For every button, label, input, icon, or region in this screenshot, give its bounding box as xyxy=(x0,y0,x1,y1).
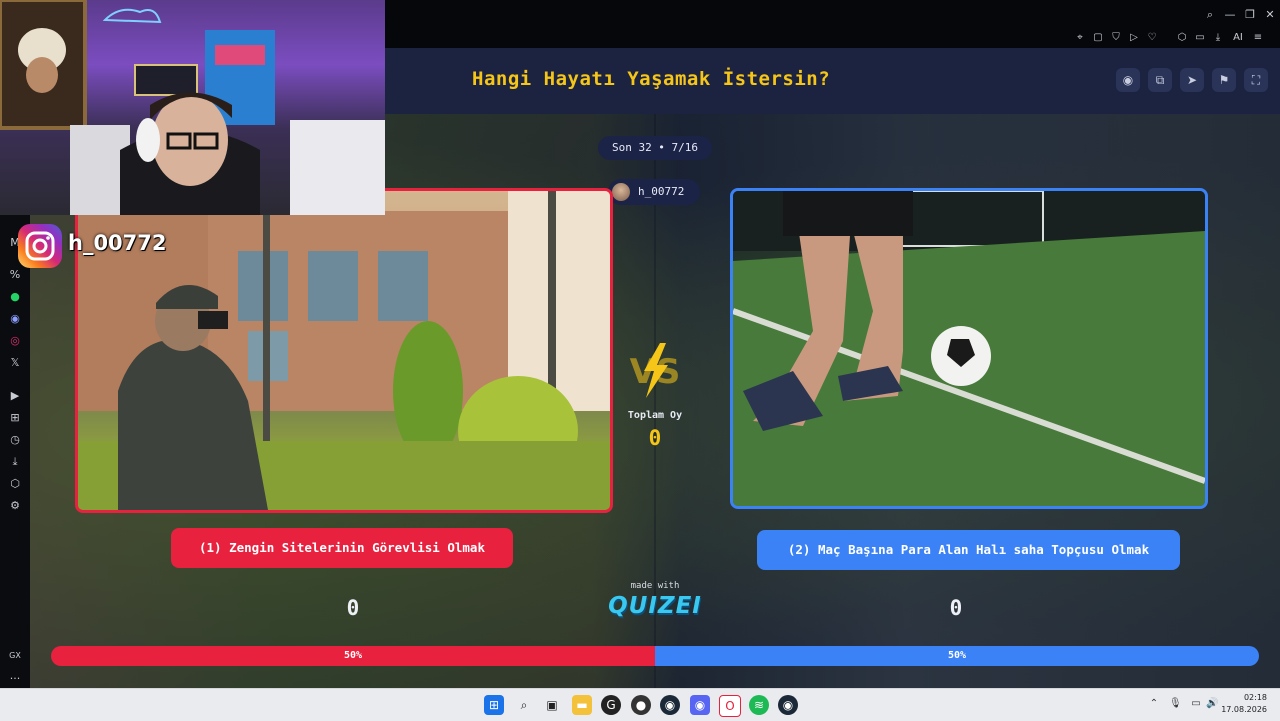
option-2-card[interactable] xyxy=(730,188,1208,509)
spotify-icon[interactable]: ≋ xyxy=(749,695,769,715)
monitor-icon[interactable]: ▭ xyxy=(1190,698,1202,710)
apps-icon[interactable]: ⊞ xyxy=(7,410,23,426)
option-1-button[interactable]: (1) Zengin Sitelerinin Görevlisi Olmak xyxy=(171,528,513,568)
option-1-votes: 0 xyxy=(346,596,360,620)
avatar xyxy=(612,183,630,201)
browser-sidebar: M % ● ◉ ◎ 𝕏 ▶ ⊞ ◷ ⤓ ⬡ ⚙ GX ... xyxy=(0,215,30,688)
shield-icon[interactable]: ⛉ xyxy=(1109,31,1123,45)
whatsapp-icon[interactable]: ● xyxy=(7,289,23,305)
page-title: Hangi Hayatı Yaşamak İstersin? xyxy=(472,68,831,90)
user-badge: h_00772 xyxy=(608,179,700,205)
search-icon[interactable]: ⌕ xyxy=(1203,8,1217,22)
instagram-icon xyxy=(18,224,62,268)
file-explorer-icon[interactable]: ▬ xyxy=(572,695,592,715)
opera-gx-icon[interactable]: O xyxy=(719,695,741,717)
microphone-icon[interactable]: 🎙 xyxy=(1169,698,1182,710)
restore-icon[interactable]: ❐ xyxy=(1243,8,1257,22)
quizei-logo[interactable]: QUIZEI xyxy=(605,593,705,619)
steam-icon[interactable]: ◉ xyxy=(660,695,680,715)
taskbar: ⊞ ⌕ ▣ ▬ G ● ◉ ◉ O ≋ ◉ ⌃ 🎙 ▭ 🔊 02:18 17.0… xyxy=(0,688,1280,721)
total-votes-label: Toplam Oy xyxy=(627,410,683,421)
instagram-handle: h_00772 xyxy=(68,231,167,255)
screenshot-icon[interactable]: ▢ xyxy=(1091,31,1105,45)
ai-icon[interactable]: AI xyxy=(1231,31,1245,45)
share-icon[interactable]: ⧉ xyxy=(1148,68,1172,92)
task-view-icon[interactable]: ▣ xyxy=(542,695,562,715)
option-1-percent-bar: 50% xyxy=(51,646,655,666)
obs-icon[interactable]: ● xyxy=(631,695,651,715)
search-icon[interactable]: ⌕ xyxy=(514,695,534,715)
flag-icon[interactable]: ⚑ xyxy=(1212,68,1236,92)
discord-icon[interactable]: ◉ xyxy=(7,311,23,327)
more-icon[interactable]: ... xyxy=(7,668,23,684)
send-icon[interactable]: ➤ xyxy=(1180,68,1204,92)
downloads-icon[interactable]: ⤓ xyxy=(7,454,23,470)
clock-time[interactable]: 02:18 xyxy=(1244,693,1267,702)
start-icon[interactable]: ⊞ xyxy=(484,695,504,715)
chevron-up-icon[interactable]: ⌃ xyxy=(1148,698,1160,710)
gx-label[interactable]: GX xyxy=(7,648,23,664)
download-icon[interactable]: ⤓ xyxy=(1211,31,1225,45)
extensions-icon[interactable]: ⬡ xyxy=(7,476,23,492)
x-icon[interactable]: 𝕏 xyxy=(7,355,23,371)
steam-icon[interactable]: ◉ xyxy=(778,695,798,715)
history-icon[interactable]: ◷ xyxy=(7,432,23,448)
menu-icon[interactable]: ≡ xyxy=(1251,31,1265,45)
settings-icon[interactable]: ⚙ xyxy=(7,498,23,514)
player-icon[interactable]: ▶ xyxy=(7,388,23,404)
heart-icon[interactable]: ♡ xyxy=(1145,31,1159,45)
wallet-icon[interactable]: ▭ xyxy=(1193,31,1207,45)
percent-icon[interactable]: % xyxy=(7,267,23,283)
round-progress-badge: Son 32 • 7/16 xyxy=(598,136,712,160)
total-votes-value: 0 xyxy=(648,426,662,450)
fullscreen-icon[interactable]: ⛶ xyxy=(1244,68,1268,92)
play-icon[interactable]: ▷ xyxy=(1127,31,1141,45)
discord-icon[interactable]: ◉ xyxy=(690,695,710,715)
browser-toolbar: ⌕ — ❐ ✕ ⌖ ▢ ⛉ ▷ ♡ ⬡ ▭ ⤓ AI ≡ xyxy=(385,0,1280,48)
app-icon[interactable]: G xyxy=(601,695,621,715)
extensions-icon[interactable]: ⬡ xyxy=(1175,31,1189,45)
option-2-image xyxy=(733,191,1205,506)
made-with-label: made with xyxy=(630,581,680,591)
minimize-icon[interactable]: — xyxy=(1223,8,1237,22)
option-2-votes: 0 xyxy=(949,596,963,620)
instagram-icon[interactable]: ◎ xyxy=(7,333,23,349)
volume-icon[interactable]: 🔊 xyxy=(1206,698,1218,710)
webcam-overlay xyxy=(0,0,385,215)
clock-date[interactable]: 17.08.2026 xyxy=(1221,705,1267,714)
webcam-feed xyxy=(0,0,385,215)
pin-icon[interactable]: ⌖ xyxy=(1073,31,1087,45)
close-icon[interactable]: ✕ xyxy=(1263,8,1277,22)
eye-icon[interactable]: ◉ xyxy=(1116,68,1140,92)
option-2-percent-bar: 50% xyxy=(655,646,1259,666)
username: h_00772 xyxy=(638,185,685,198)
vs-icon: VS xyxy=(630,343,680,398)
instagram-overlay: h_00772 xyxy=(18,221,178,268)
option-2-button[interactable]: (2) Maç Başına Para Alan Halı saha Topçu… xyxy=(757,530,1180,570)
